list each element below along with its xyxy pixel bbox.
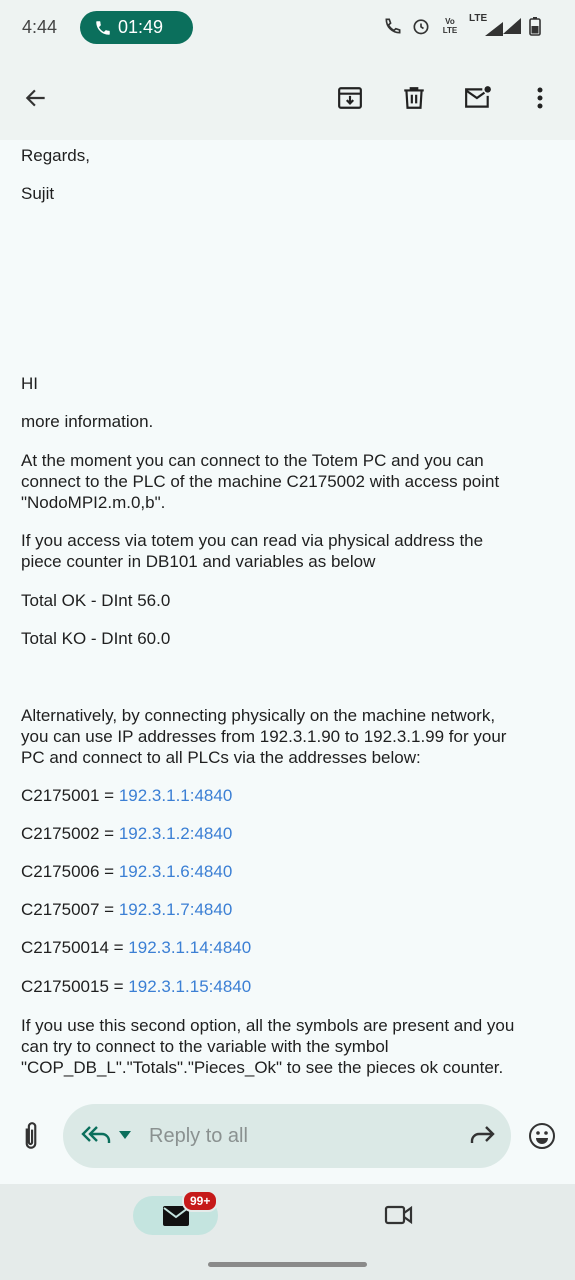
message-body: Regards, Sujit HI more information. At t… <box>0 140 575 1084</box>
call-timer: 01:49 <box>118 17 164 37</box>
status-clock: 4:44 <box>22 17 58 37</box>
paperclip-icon <box>25 1122 37 1149</box>
paragraph-line: can try to connect to the variable with … <box>21 1037 389 1056</box>
plc-address-link[interactable]: 192.3.1.2:4840 <box>119 824 232 843</box>
plc-address-link[interactable]: 192.3.1.15:4840 <box>128 977 251 996</box>
plc-entry: C2175006 = 192.3.1.6:4840 <box>21 861 551 882</box>
emoji-button[interactable] <box>528 1122 556 1155</box>
emoji-icon <box>529 1123 555 1149</box>
mark-unread-button[interactable] <box>458 78 498 118</box>
reply-mode-selector[interactable] <box>81 1124 131 1146</box>
lte-signal: LTE <box>469 14 503 36</box>
paragraph-line: "COP_DB_L"."Totals"."Pieces_Ok" to see t… <box>21 1058 504 1077</box>
paragraph-line: If you access via totem you can read via… <box>21 531 484 550</box>
paragraph-line: "NodoMPI2.m.0,b". <box>21 493 166 512</box>
plc-name: C2175001 = <box>21 786 119 805</box>
reply-all-icon <box>81 1126 111 1143</box>
reply-bar: Reply to all <box>0 1084 575 1184</box>
wifi-call-icon <box>385 18 401 34</box>
paragraph: more information. <box>21 412 154 431</box>
paragraph-line: piece counter in DB101 and variables as … <box>21 552 376 571</box>
phone-icon <box>96 20 110 35</box>
more-options-button[interactable] <box>520 78 560 118</box>
unread-badge: 99+ <box>182 1190 219 1212</box>
plc-name: C2175007 = <box>21 900 119 919</box>
total-ko: Total KO - DInt 60.0 <box>21 629 171 648</box>
plc-address-link[interactable]: 192.3.1.6:4840 <box>119 862 232 881</box>
plc-address-link[interactable]: 192.3.1.1:4840 <box>119 786 232 805</box>
plc-address-link[interactable]: 192.3.1.14:4840 <box>128 938 251 957</box>
forward-button[interactable] <box>469 1124 495 1151</box>
total-ok: Total OK - DInt 56.0 <box>21 591 171 610</box>
battery-icon <box>529 17 541 36</box>
trash-icon <box>404 87 424 109</box>
forward-icon <box>470 1126 495 1143</box>
plc-entry: C2175001 = 192.3.1.1:4840 <box>21 785 551 806</box>
greeting: HI <box>21 374 38 393</box>
back-button[interactable] <box>16 78 56 118</box>
plc-entry: C21750014 = 192.3.1.14:4840 <box>21 937 551 958</box>
status-icons: Vo LTE LTE <box>383 14 541 36</box>
plc-name: C2175006 = <box>21 862 119 881</box>
reply-compose-field[interactable]: Reply to all <box>63 1104 511 1168</box>
archive-button[interactable] <box>330 78 370 118</box>
volte-label: Vo LTE <box>442 17 458 35</box>
plc-entry: C2175007 = 192.3.1.7:4840 <box>21 899 551 920</box>
meet-tab[interactable] <box>384 1204 414 1231</box>
attach-button[interactable] <box>18 1120 46 1152</box>
chevron-down-icon <box>119 1131 131 1139</box>
plc-entry: C2175002 = 192.3.1.2:4840 <box>21 823 551 844</box>
plc-entry: C21750015 = 192.3.1.15:4840 <box>21 976 551 997</box>
delete-button[interactable] <box>394 78 434 118</box>
paragraph-line: Alternatively, by connecting physically … <box>21 706 496 725</box>
email-toolbar <box>0 56 575 140</box>
plc-name: C21750014 = <box>21 938 129 957</box>
plc-name: C2175002 = <box>21 824 119 843</box>
video-camera-icon <box>384 1205 413 1225</box>
signal-icon <box>485 22 503 36</box>
signature: Sujit <box>21 184 55 203</box>
paragraph-line: connect to the PLC of the machine C21750… <box>21 472 500 491</box>
plc-name: C21750015 = <box>21 977 129 996</box>
paragraph-line: At the moment you can connect to the Tot… <box>21 451 484 470</box>
paragraph-line: you can use IP addresses from 192.3.1.90… <box>21 727 507 746</box>
more-vert-icon <box>537 87 543 109</box>
signal-icon-2 <box>503 18 521 34</box>
alarm-icon <box>413 19 429 35</box>
reply-placeholder: Reply to all <box>149 1125 248 1147</box>
paragraph-line: PC and connect to all PLCs via the addre… <box>21 748 421 767</box>
ongoing-call-chip[interactable]: 01:49 <box>80 11 193 44</box>
paragraph-line: If you use this second option, all the s… <box>21 1016 515 1035</box>
status-bar: 4:44 01:49 Vo LTE LTE <box>0 0 575 56</box>
bottom-navigation: 99+ <box>0 1184 575 1280</box>
plc-address-link[interactable]: 192.3.1.7:4840 <box>119 900 232 919</box>
archive-icon <box>338 87 362 109</box>
home-indicator[interactable] <box>208 1262 367 1267</box>
arrow-back-icon <box>25 89 45 107</box>
closing: Regards, <box>21 146 90 165</box>
mark-unread-icon <box>465 86 491 108</box>
